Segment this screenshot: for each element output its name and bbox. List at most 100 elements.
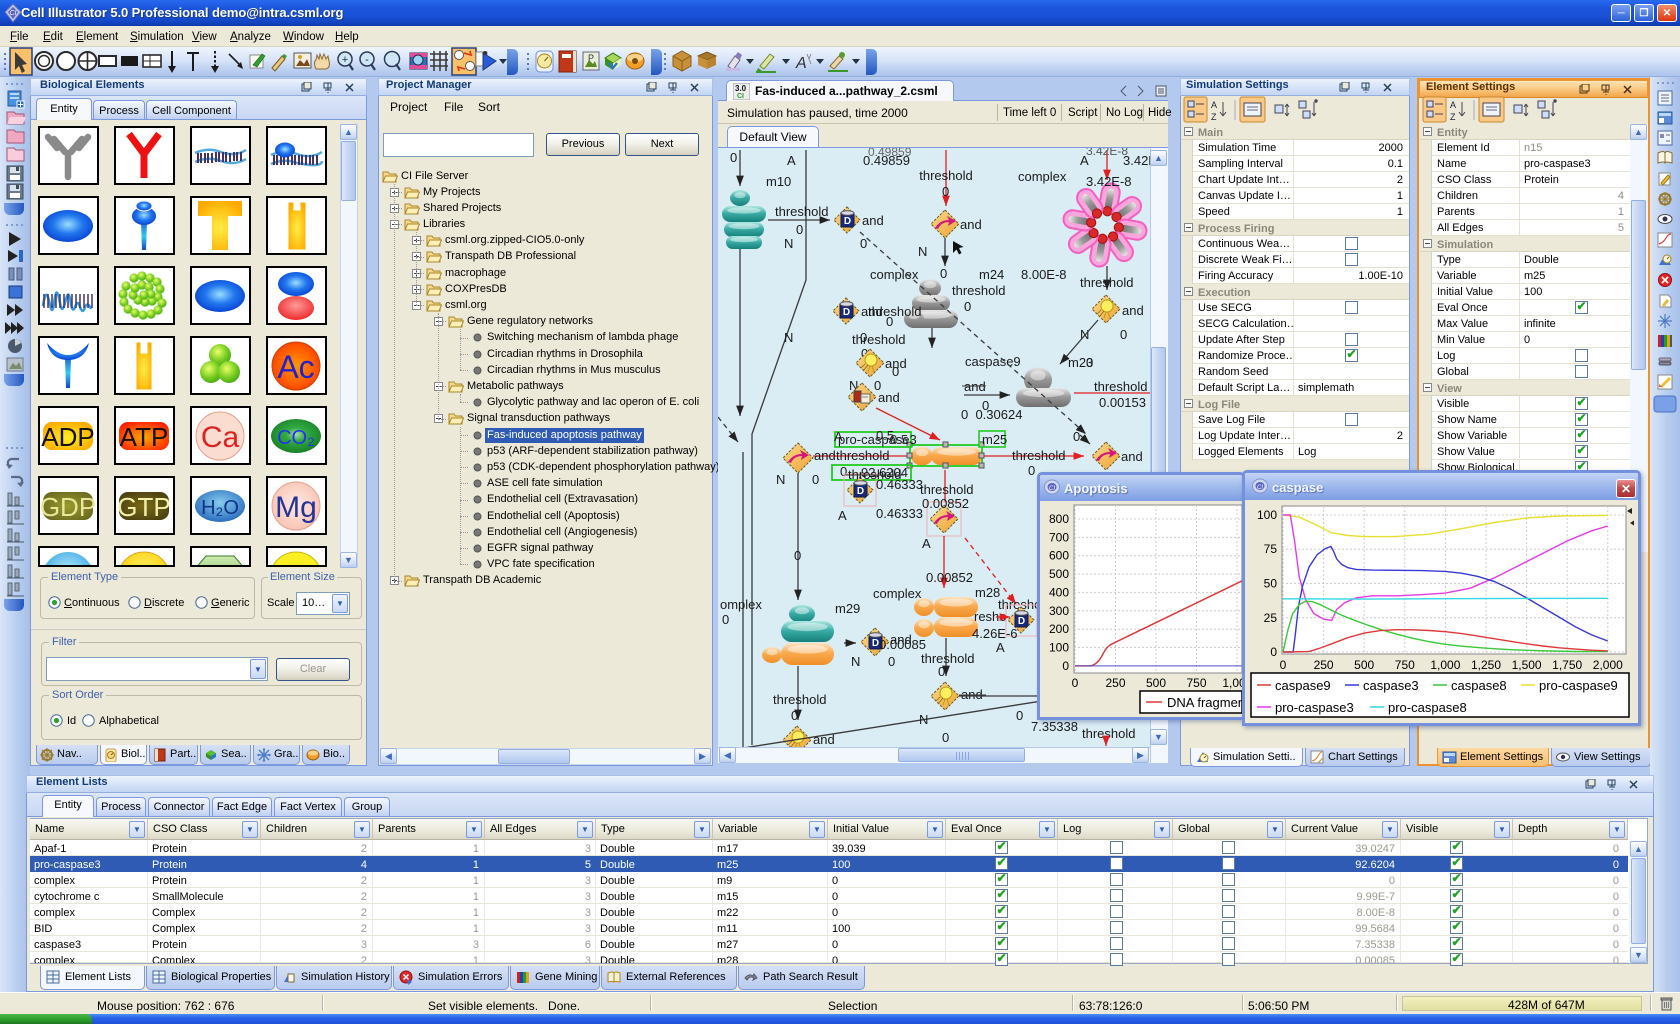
svg-text:m29: m29 — [835, 601, 860, 616]
svg-text:and: and — [960, 217, 982, 232]
svg-text:caspase8: caspase8 — [1451, 678, 1507, 693]
svg-text:50: 50 — [1264, 577, 1278, 591]
svg-text:3.42E-8: 3.42E-8 — [1086, 174, 1132, 189]
svg-text:DNA fragment: DNA fragment — [1167, 695, 1242, 710]
svg-text:0.00852: 0.00852 — [926, 570, 973, 585]
svg-text:-: - — [365, 54, 369, 66]
svg-text:0: 0 — [791, 708, 798, 723]
svg-text:0.46333: 0.46333 — [876, 506, 923, 521]
svg-text:0.00153: 0.00153 — [1099, 395, 1146, 410]
svg-text:threshold: threshold — [1082, 726, 1135, 741]
svg-text:m28: m28 — [975, 585, 1000, 600]
svg-text:600: 600 — [1049, 549, 1069, 563]
svg-text:and: and — [878, 390, 900, 405]
svg-text:200: 200 — [1049, 622, 1069, 636]
svg-text:500: 500 — [1049, 567, 1069, 581]
svg-text:caspase9: caspase9 — [1275, 678, 1331, 693]
svg-text:H+: H+ — [200, 566, 239, 567]
svg-text:75: 75 — [1264, 542, 1278, 556]
svg-text:P: P — [133, 563, 154, 567]
svg-text:3.42E-8: 3.42E-8 — [1086, 148, 1128, 158]
svg-text:A: A — [996, 640, 1005, 655]
svg-text:Ca: Ca — [201, 421, 240, 454]
svg-text:0: 0 — [794, 548, 801, 563]
svg-text:Mg: Mg — [275, 491, 317, 524]
svg-text:0: 0 — [1120, 327, 1127, 342]
svg-text:1,000: 1,000 — [1430, 658, 1460, 672]
svg-text:0: 0 — [1028, 463, 1035, 478]
svg-text:400: 400 — [1049, 585, 1069, 599]
svg-text:D: D — [843, 307, 850, 318]
svg-text:threshold: threshold — [773, 692, 826, 707]
svg-text:threshold: threshold — [836, 448, 889, 463]
svg-text:0: 0 — [730, 150, 737, 165]
svg-text:threshold: threshold — [919, 168, 972, 183]
svg-text:ATP: ATP — [120, 422, 169, 452]
svg-text:500: 500 — [1354, 658, 1374, 672]
svg-text:4.26E-6: 4.26E-6 — [972, 626, 1018, 641]
svg-text:1,500: 1,500 — [1512, 658, 1542, 672]
svg-text:N: N — [919, 712, 928, 727]
svg-text:threshold: threshold — [1012, 448, 1065, 463]
svg-text:and: and — [814, 448, 836, 463]
svg-text:0: 0 — [892, 364, 899, 379]
svg-text:0: 0 — [1073, 429, 1080, 444]
svg-text:0.5: 0.5 — [876, 428, 894, 443]
svg-text:complex: complex — [873, 586, 922, 601]
svg-text:1,00: 1,00 — [1222, 676, 1242, 690]
svg-text:100: 100 — [1049, 641, 1069, 655]
svg-text:CH: CH — [46, 566, 89, 567]
svg-text:250: 250 — [1314, 658, 1334, 672]
svg-text:CI: CI — [1049, 486, 1055, 492]
svg-text:m25: m25 — [982, 432, 1007, 447]
svg-text:0: 0 — [1072, 676, 1079, 690]
svg-text:m10: m10 — [766, 174, 791, 189]
svg-text:0: 0 — [938, 664, 945, 679]
svg-text:750: 750 — [1186, 676, 1206, 690]
svg-text:CI: CI — [1257, 485, 1263, 491]
svg-text:500: 500 — [1146, 676, 1166, 690]
svg-text:A: A — [787, 153, 796, 168]
svg-text:A: A — [834, 429, 843, 444]
svg-text:0.49859: 0.49859 — [868, 148, 912, 159]
svg-text:0: 0 — [812, 472, 819, 487]
svg-text:complex: complex — [870, 267, 919, 282]
svg-text:caspase9: caspase9 — [965, 354, 1021, 369]
svg-text:CO₂: CO₂ — [277, 427, 315, 449]
svg-text:ADP: ADP — [41, 422, 94, 452]
svg-text:P: P — [588, 53, 594, 63]
svg-text:GTP: GTP — [117, 492, 170, 522]
svg-text:N: N — [851, 654, 860, 669]
svg-text:and: and — [1122, 303, 1144, 318]
svg-text:N: N — [784, 236, 793, 251]
svg-text:A: A — [1450, 100, 1456, 110]
svg-text:0: 0 — [1062, 659, 1069, 673]
svg-text:2,000: 2,000 — [1593, 658, 1623, 672]
svg-text:and: and — [862, 213, 884, 228]
svg-text:pro-caspase8: pro-caspase8 — [1388, 700, 1467, 715]
svg-text:1,750: 1,750 — [1552, 658, 1582, 672]
svg-text:1,250: 1,250 — [1471, 658, 1501, 672]
svg-text:0: 0 — [860, 236, 867, 251]
svg-text:0: 0 — [1086, 355, 1093, 370]
svg-text:A: A — [1211, 100, 1217, 110]
svg-text:750: 750 — [1395, 658, 1415, 672]
svg-text:threshold: threshold — [775, 204, 828, 219]
svg-text:m24: m24 — [979, 267, 1004, 282]
svg-text:and: and — [1121, 449, 1143, 464]
svg-text:800: 800 — [1049, 512, 1069, 526]
svg-text:GDP: GDP — [40, 492, 96, 522]
svg-text:omplex: omplex — [720, 597, 762, 612]
svg-text:N: N — [776, 472, 785, 487]
svg-text:0: 0 — [1280, 658, 1287, 672]
svg-text:0: 0 — [888, 654, 895, 669]
svg-text:A: A — [795, 55, 807, 72]
svg-text:0.00085: 0.00085 — [879, 637, 926, 652]
svg-text:700: 700 — [1049, 530, 1069, 544]
svg-text:0 0.30624: 0 0.30624 — [961, 407, 1022, 422]
svg-text:threshold: threshold — [852, 332, 905, 347]
svg-text:0: 0 — [942, 730, 949, 745]
svg-text:pro-caspase9: pro-caspase9 — [1539, 678, 1618, 693]
svg-text:threshold: threshold — [952, 283, 1005, 298]
svg-text:+: + — [342, 54, 348, 66]
